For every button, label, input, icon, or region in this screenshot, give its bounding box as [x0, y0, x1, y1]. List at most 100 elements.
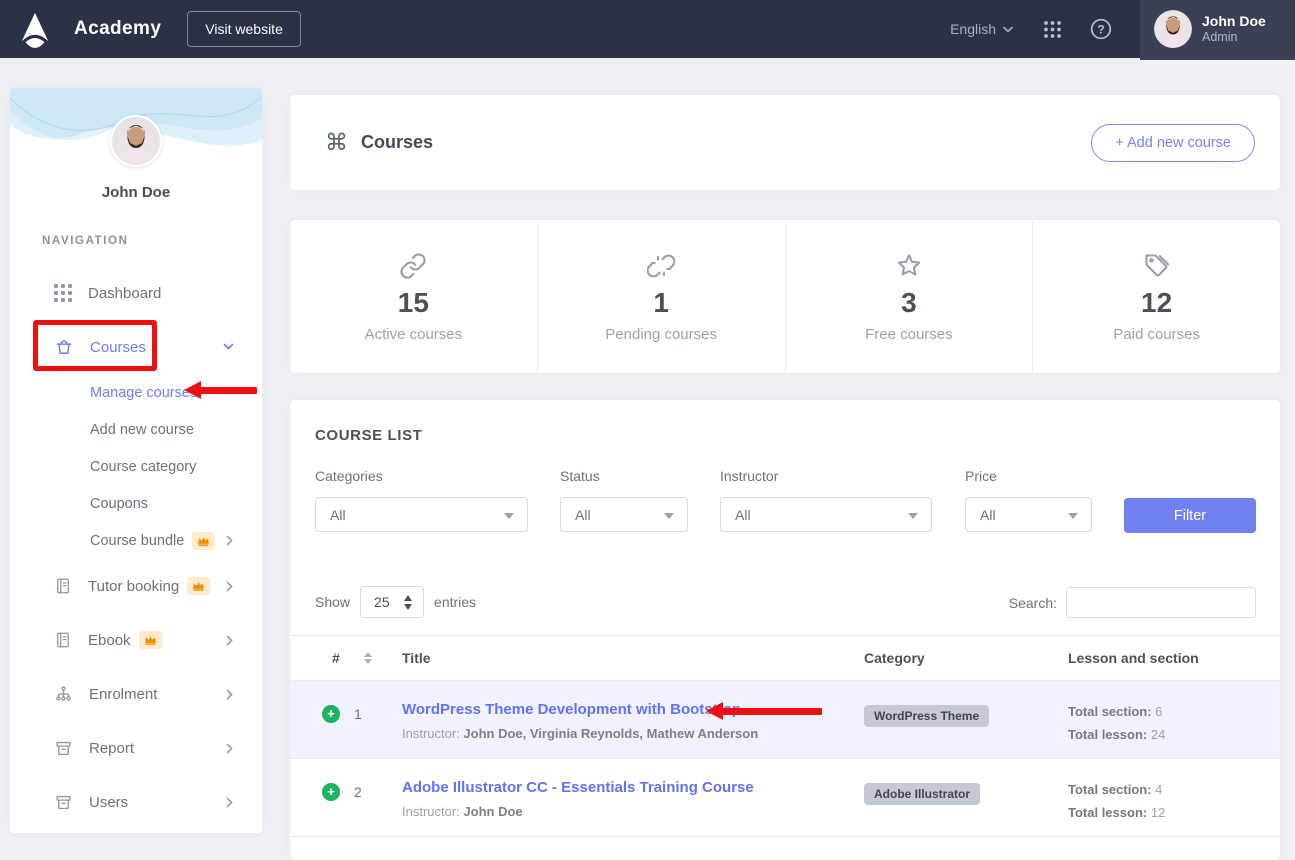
crown-icon: [187, 577, 210, 595]
stat-paid-courses: 12 Paid courses: [1033, 220, 1280, 373]
sidebar-item-ebook[interactable]: Ebook: [10, 613, 262, 667]
stat-label: Active courses: [365, 326, 463, 343]
filter-button[interactable]: Filter: [1124, 498, 1256, 533]
dashboard-grid-icon: [54, 284, 72, 302]
instructor-names: John Doe, Virginia Reynolds, Mathew Ande…: [463, 726, 758, 741]
chevron-right-icon: [226, 581, 234, 592]
sidebar-item-label: Coupons: [90, 496, 148, 512]
academy-logo[interactable]: [16, 10, 54, 48]
expand-row-button[interactable]: [322, 783, 340, 801]
page-size-select[interactable]: 25: [360, 586, 424, 618]
column-header-category[interactable]: Category: [864, 650, 1068, 666]
apps-grid-icon[interactable]: [1043, 20, 1062, 39]
search-input[interactable]: [1066, 587, 1256, 618]
dropdown-value: All: [735, 507, 751, 523]
course-title-link[interactable]: WordPress Theme Development with Bootstr…: [402, 701, 741, 718]
column-header-lesson-section[interactable]: Lesson and section: [1068, 650, 1280, 666]
sidebar-item-label: Dashboard: [88, 285, 161, 302]
total-lesson-label: Total lesson:: [1068, 727, 1147, 742]
sitemap-icon: [54, 685, 73, 704]
dropdown-value: All: [575, 507, 591, 523]
filter-label: Instructor: [720, 468, 932, 484]
spinner-icon: [404, 595, 412, 610]
sidebar-item-manage-courses[interactable]: Manage courses: [10, 374, 262, 411]
table-row: 1 WordPress Theme Development with Boots…: [290, 681, 1280, 759]
sidebar-item-course-category[interactable]: Course category: [10, 448, 262, 485]
user-avatar: [1154, 10, 1192, 48]
sidebar-item-users[interactable]: Users: [10, 775, 262, 829]
chevron-right-icon: [226, 635, 234, 646]
sort-icon[interactable]: [364, 652, 372, 664]
search-label: Search:: [1009, 595, 1057, 611]
sidebar-item-report[interactable]: Report: [10, 721, 262, 775]
course-list-card: COURSE LIST Categories All Status All In…: [290, 400, 1280, 860]
total-section-label: Total section:: [1068, 782, 1152, 797]
language-label: English: [950, 21, 996, 37]
caret-down-icon: [504, 513, 514, 519]
visit-website-button[interactable]: Visit website: [187, 11, 301, 47]
filter-label: Categories: [315, 468, 528, 484]
sidebar-item-add-new-course[interactable]: Add new course: [10, 411, 262, 448]
svg-text:?: ?: [1097, 22, 1104, 36]
sidebar: John Doe NAVIGATION Dashboard Courses Ma…: [10, 88, 262, 833]
sidebar-item-course-bundle[interactable]: Course bundle: [10, 522, 262, 559]
instructor-line: Instructor: John Doe, Virginia Reynolds,…: [402, 726, 864, 741]
row-number: 1: [354, 705, 362, 722]
chevron-right-icon: [226, 797, 234, 808]
dropdown-value: All: [980, 507, 996, 523]
chevron-down-icon: [223, 343, 234, 351]
courses-table: # Title Category Lesson and section 1 Wo…: [290, 635, 1280, 837]
add-new-course-button[interactable]: + Add new course: [1091, 124, 1255, 162]
filter-categories: Categories All: [315, 468, 528, 532]
filter-status: Status All: [560, 468, 688, 532]
price-dropdown[interactable]: All: [965, 497, 1092, 532]
table-header-row: # Title Category Lesson and section: [290, 636, 1280, 681]
sidebar-item-label: Ebook: [88, 632, 131, 649]
page-size-control: Show 25 entries: [315, 586, 476, 618]
show-label: Show: [315, 594, 350, 610]
user-name: John Doe: [1202, 13, 1266, 30]
total-lesson-value: 24: [1151, 727, 1165, 742]
caret-down-icon: [664, 513, 674, 519]
sidebar-item-label: Manage courses: [90, 385, 197, 401]
expand-row-button[interactable]: [322, 705, 340, 723]
course-title-link[interactable]: Adobe Illustrator CC - Essentials Traini…: [402, 779, 754, 796]
filter-price: Price All: [965, 468, 1092, 532]
sidebar-item-dashboard[interactable]: Dashboard: [10, 266, 262, 320]
sidebar-item-courses[interactable]: Courses: [10, 320, 262, 374]
brand-title: Academy: [74, 18, 161, 40]
sidebar-item-label: Tutor booking: [88, 578, 179, 595]
total-lesson-value: 12: [1151, 805, 1165, 820]
instructor-dropdown[interactable]: All: [720, 497, 932, 532]
user-menu[interactable]: John Doe Admin: [1140, 0, 1295, 60]
course-list-title: COURSE LIST: [315, 427, 422, 444]
total-section-value: 4: [1155, 782, 1162, 797]
caret-down-icon: [908, 513, 918, 519]
column-header-title[interactable]: Title: [402, 650, 864, 666]
categories-dropdown[interactable]: All: [315, 497, 528, 532]
sidebar-item-label: Course bundle: [90, 533, 184, 549]
sidebar-item-enrolment[interactable]: Enrolment: [10, 667, 262, 721]
stat-label: Free courses: [865, 326, 953, 343]
stat-free-courses: 3 Free courses: [786, 220, 1034, 373]
book-icon: [54, 576, 72, 596]
stat-value: 15: [398, 287, 429, 319]
row-number: 2: [354, 783, 362, 800]
status-dropdown[interactable]: All: [560, 497, 688, 532]
course-stats-card: 15 Active courses 1 Pending courses 3 Fr…: [290, 220, 1280, 373]
crown-icon: [192, 532, 215, 550]
lesson-section-cell: Total section: 4 Total lesson: 12: [1068, 759, 1280, 836]
help-icon[interactable]: ?: [1090, 18, 1112, 40]
book-icon: [54, 630, 72, 650]
sidebar-item-tutor-booking[interactable]: Tutor booking: [10, 559, 262, 613]
caret-down-icon: [1068, 513, 1078, 519]
column-header-num[interactable]: #: [332, 650, 340, 666]
user-role: Admin: [1202, 30, 1266, 45]
entries-label: entries: [434, 594, 476, 610]
academy-admin-page: { "colors": { "navbar_bg": "#2b3146", "n…: [0, 0, 1295, 833]
sidebar-item-coupons[interactable]: Coupons: [10, 485, 262, 522]
total-section-label: Total section:: [1068, 704, 1152, 719]
language-selector[interactable]: English: [950, 21, 1013, 37]
archive-icon: [54, 739, 73, 758]
instructor-line: Instructor: John Doe: [402, 804, 864, 819]
